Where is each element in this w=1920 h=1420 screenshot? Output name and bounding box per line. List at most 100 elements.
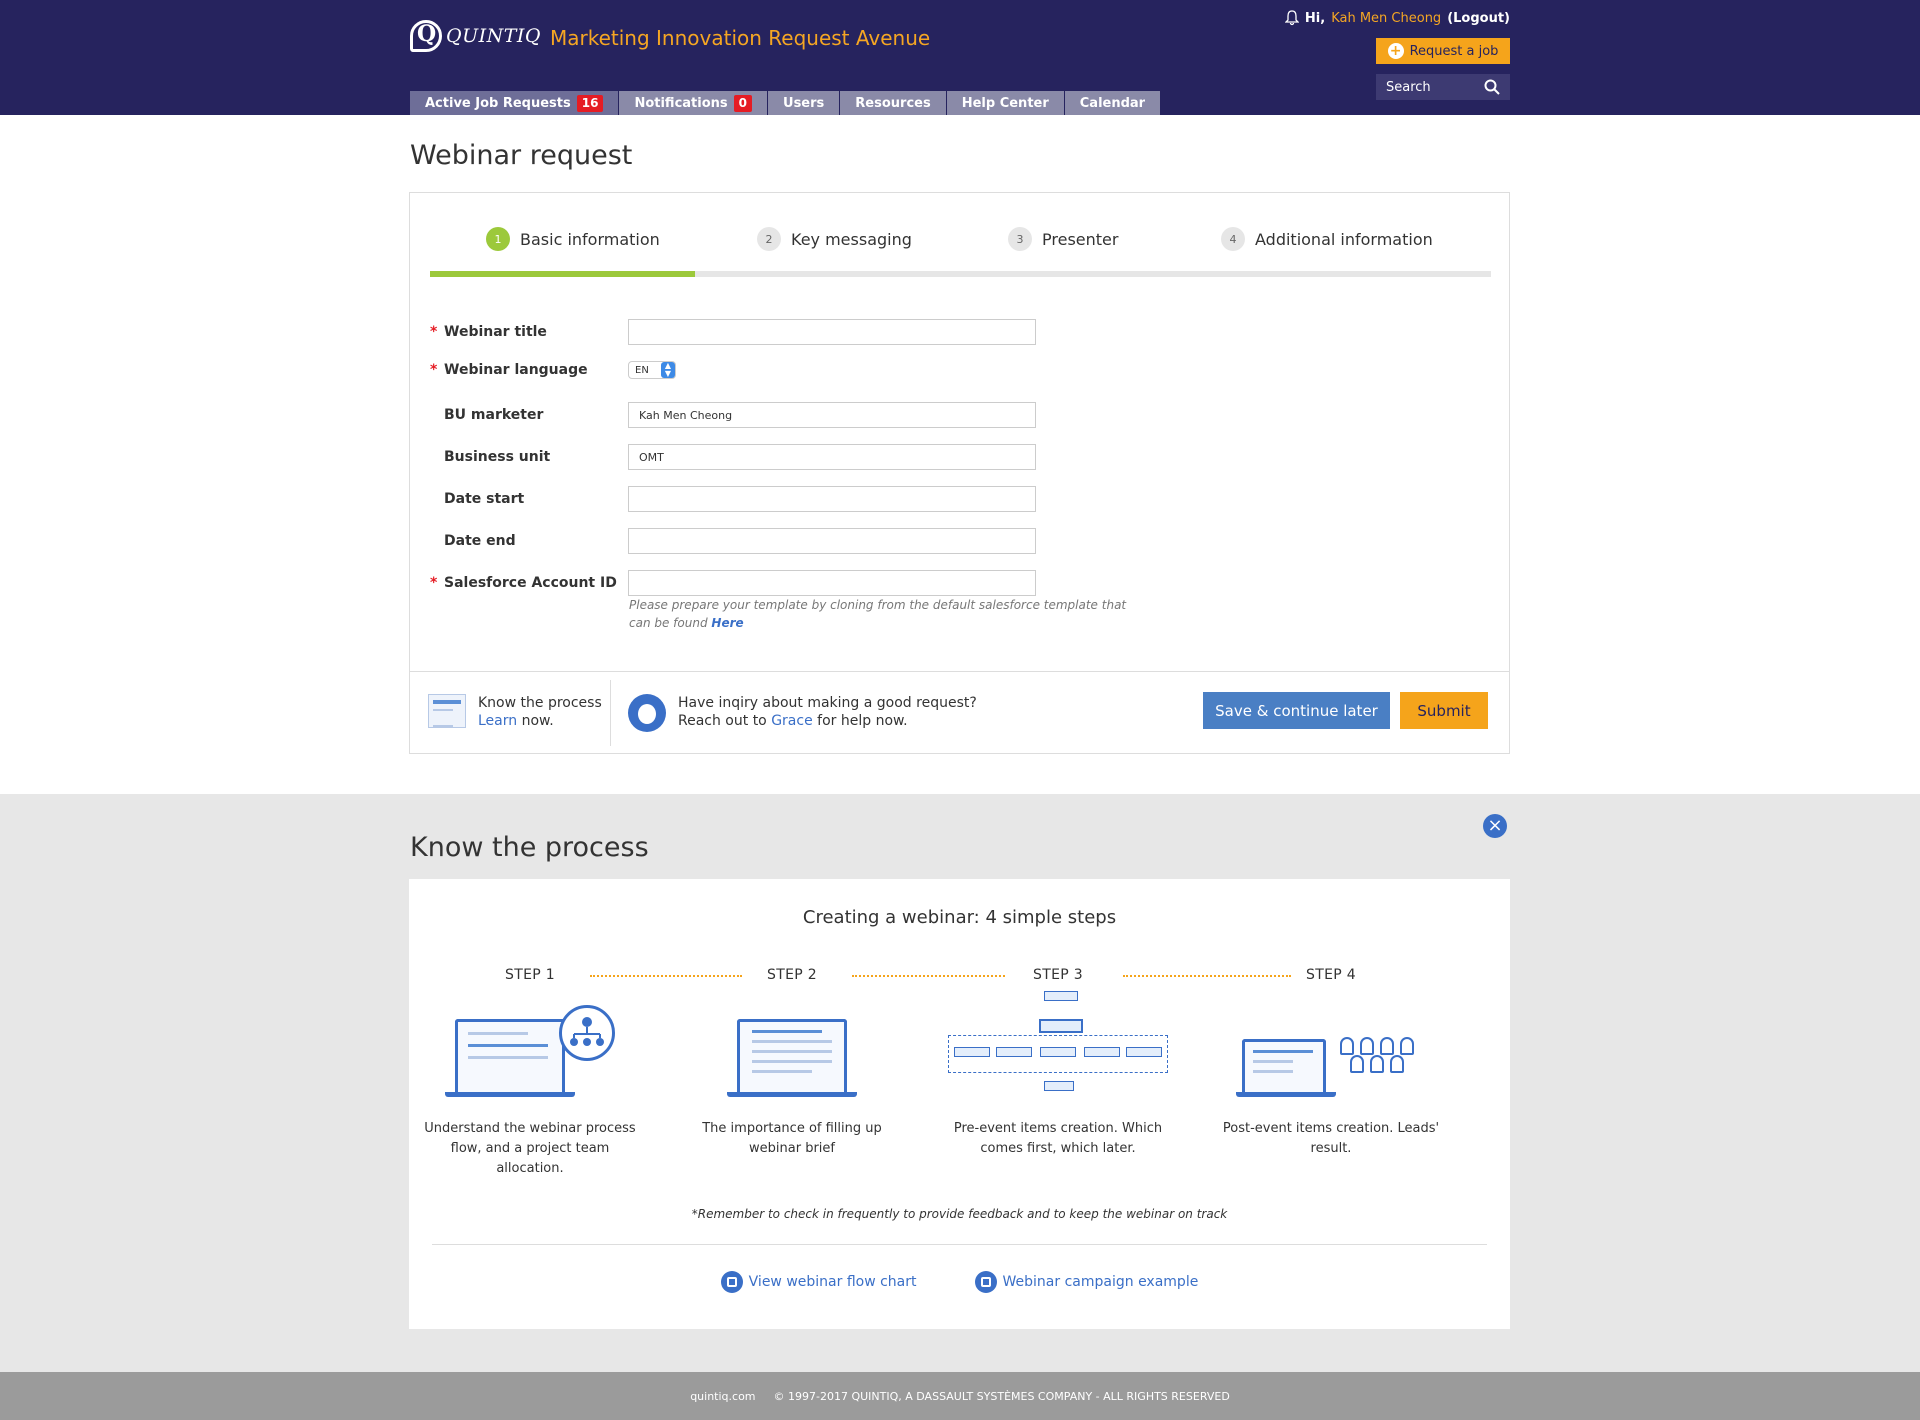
bell-icon[interactable] — [1284, 10, 1299, 26]
required-mark: * — [430, 324, 438, 340]
nav-calendar[interactable]: Calendar — [1064, 91, 1161, 115]
nav-users[interactable]: Users — [768, 91, 840, 115]
nav-label: Calendar — [1079, 95, 1146, 111]
campaign-example-link[interactable]: Webinar campaign example — [974, 1271, 1198, 1293]
nav-active-job-requests[interactable]: Active Job Requests 16 — [410, 91, 619, 115]
process-step-2: STEP 2 The importance of filling up webi… — [682, 967, 902, 1159]
brief-document-illustration — [697, 1005, 887, 1097]
salesforce-id-input[interactable] — [628, 570, 1036, 596]
process-step-4: STEP 4 Post-event items creation. Leads'… — [1221, 967, 1441, 1159]
progress-fill — [430, 271, 696, 277]
language-select[interactable]: EN ▲ ▼ — [628, 361, 676, 379]
nav-notifications[interactable]: Notifications 0 — [619, 91, 768, 115]
site-link[interactable]: quintiq.com — [690, 1390, 755, 1403]
progress-bar — [430, 271, 1491, 277]
inquiry-text: Have inqiry about making a good request? — [678, 695, 977, 711]
page-footer: quintiq.com © 1997-2017 QUINTIQ, A DASSA… — [0, 1372, 1920, 1420]
step-label: STEP 3 — [1033, 967, 1083, 983]
step-label: STEP 4 — [1306, 967, 1356, 983]
search-box — [1376, 74, 1510, 100]
learn-link[interactable]: Learn — [478, 713, 517, 729]
required-mark: * — [430, 362, 438, 378]
divider — [432, 1244, 1487, 1245]
logout-link[interactable]: (Logout) — [1447, 11, 1510, 26]
search-icon[interactable] — [1484, 79, 1500, 95]
save-continue-later-button[interactable]: Save & continue later — [1203, 692, 1390, 729]
step-number: 1 — [486, 227, 510, 251]
salesforce-id-label: * Salesforce Account ID — [430, 575, 617, 591]
copyright-text: © 1997-2017 QUINTIQ, A DASSAULT SYSTÈMES… — [773, 1389, 1230, 1403]
date-start-label: Date start — [444, 491, 525, 507]
step-description: Understand the webinar process flow, and… — [424, 1121, 636, 1176]
main-nav: Active Job Requests 16 Notifications 0 U… — [410, 91, 1161, 115]
image-icon — [974, 1271, 997, 1293]
nav-label: Users — [783, 95, 825, 111]
process-note: *Remember to check in frequently to prov… — [691, 1207, 1228, 1221]
document-icon — [428, 694, 466, 728]
process-step-1: STEP 1 Understand the webinar process fl… — [420, 967, 640, 1179]
step-description: Pre-event items creation. Which comes fi… — [953, 1121, 1163, 1156]
step-label: STEP 2 — [767, 967, 817, 983]
date-end-label: Date end — [444, 533, 516, 549]
search-input[interactable] — [1386, 79, 1476, 95]
process-card: Creating a webinar: 4 simple steps STEP … — [409, 879, 1510, 1329]
step-key-messaging[interactable]: 2 Key messaging — [757, 227, 912, 251]
step-label: Additional information — [1255, 229, 1433, 249]
help-here-link[interactable]: Here — [711, 616, 743, 630]
post-event-leads-illustration — [1236, 1005, 1426, 1097]
process-step-3: STEP 3 Pre-event items creation. Which c… — [948, 967, 1168, 1159]
nav-label: Notifications — [634, 95, 728, 111]
step-label: STEP 1 — [505, 967, 555, 983]
nav-help-center[interactable]: Help Center — [946, 91, 1064, 115]
pre-event-items-illustration — [948, 991, 1168, 1097]
webinar-language-row: * Webinar language EN ▲ ▼ — [430, 361, 676, 379]
nav-resources[interactable]: Resources — [840, 91, 946, 115]
salesforce-id-row: * Salesforce Account ID — [430, 570, 1036, 596]
step-number: 3 — [1008, 227, 1032, 251]
nav-label: Resources — [855, 95, 931, 111]
business-unit-input[interactable] — [628, 444, 1036, 470]
step-indicator: 1 Basic information 2 Key messaging 3 Pr… — [430, 227, 1491, 257]
process-title: Know the process — [410, 832, 649, 863]
user-name-link[interactable]: Kah Men Cheong — [1331, 11, 1441, 26]
nav-label: Active Job Requests — [425, 95, 571, 111]
step-presenter[interactable]: 3 Presenter — [1008, 227, 1118, 251]
business-unit-row: Business unit — [430, 444, 1036, 470]
step-label: Presenter — [1042, 229, 1119, 249]
process-links: View webinar flow chart Webinar campaign… — [409, 1271, 1510, 1293]
top-header: QUINTIQ Marketing Innovation Request Ave… — [0, 0, 1920, 115]
process-subtitle: Creating a webinar: 4 simple steps — [802, 907, 1117, 928]
webinar-title-input[interactable] — [628, 319, 1036, 345]
count-badge: 0 — [733, 94, 753, 112]
step-number: 4 — [1221, 227, 1245, 251]
webinar-title-row: * Webinar title — [430, 319, 1036, 345]
step-additional-information[interactable]: 4 Additional information — [1221, 227, 1433, 251]
view-flow-chart-link[interactable]: View webinar flow chart — [720, 1271, 917, 1293]
step-basic-information[interactable]: 1 Basic information — [486, 227, 660, 251]
submit-button[interactable]: Submit — [1400, 692, 1488, 729]
date-start-input[interactable] — [628, 486, 1036, 512]
step-description: The importance of filling up webinar bri… — [702, 1121, 882, 1156]
inquiry-block: Have inqiry about making a good request?… — [628, 694, 977, 732]
greeting-text: Hi, — [1304, 10, 1326, 26]
date-end-input[interactable] — [628, 528, 1036, 554]
step-number: 2 — [757, 227, 781, 251]
request-job-label: Request a job — [1409, 43, 1499, 59]
date-end-row: Date end — [430, 528, 1036, 554]
know-process-block: Know the process Learn now. — [428, 694, 602, 730]
app-title: Marketing Innovation Request Avenue — [550, 26, 931, 50]
webinar-title-label: * Webinar title — [430, 324, 547, 340]
close-icon[interactable]: × — [1483, 814, 1507, 838]
page-title: Webinar request — [410, 140, 633, 171]
request-job-button[interactable]: + Request a job — [1376, 38, 1510, 64]
divider — [610, 680, 611, 746]
date-start-row: Date start — [430, 486, 1036, 512]
bu-marketer-label: BU marketer — [444, 407, 544, 423]
quintiq-logo[interactable]: QUINTIQ — [410, 20, 541, 52]
grace-link[interactable]: Grace — [771, 713, 813, 729]
step-label: Basic information — [520, 229, 660, 249]
bu-marketer-input[interactable] — [628, 402, 1036, 428]
logo-icon — [410, 20, 442, 52]
count-badge: 16 — [576, 94, 604, 112]
user-bar: Hi, Kah Men Cheong (Logout) — [1284, 10, 1510, 26]
